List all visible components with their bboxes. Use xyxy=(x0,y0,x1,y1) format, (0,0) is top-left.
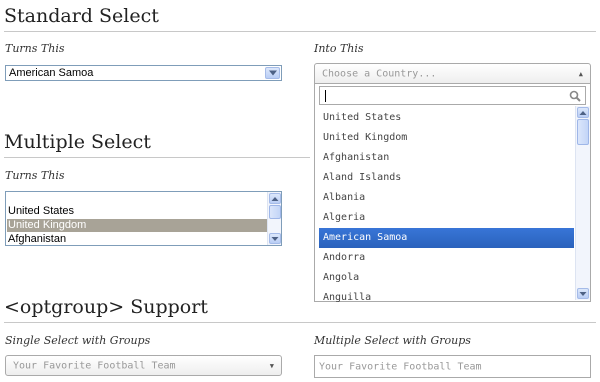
multiple-select-title: Multiple Select xyxy=(4,131,151,153)
country-native-select-value: American Samoa xyxy=(9,67,94,79)
dropdown-arrow-button[interactable] xyxy=(265,67,280,79)
football-team-chosen-select[interactable]: Your Favorite Football Team ▼ xyxy=(5,355,282,376)
listbox-scrollbar[interactable] xyxy=(267,192,281,245)
scroll-up-arrow-icon xyxy=(579,110,587,115)
scrollbar-thumb[interactable] xyxy=(269,205,281,219)
chosen-placeholder: Choose a Country... xyxy=(322,68,437,79)
chevron-down-icon xyxy=(268,70,277,76)
chevron-up-icon: ▲ xyxy=(578,69,583,78)
section-divider xyxy=(4,31,596,32)
country-chosen-select[interactable]: Choose a Country... ▲ xyxy=(314,63,591,84)
country-search-input[interactable] xyxy=(319,86,586,105)
result-item[interactable]: Algeria xyxy=(319,208,574,228)
list-option[interactable]: Afghanistan xyxy=(7,233,270,246)
results-scrollbar[interactable] xyxy=(575,106,590,300)
result-item[interactable]: Anguilla xyxy=(319,288,574,302)
section-divider xyxy=(4,322,596,323)
result-item[interactable]: Albania xyxy=(319,188,574,208)
result-item-highlighted[interactable]: American Samoa xyxy=(319,228,574,248)
country-native-select[interactable]: American Samoa xyxy=(5,65,282,81)
result-item[interactable]: United States xyxy=(319,108,574,128)
scroll-down-button[interactable] xyxy=(577,288,589,299)
football-team-multi-select[interactable]: Your Favorite Football Team xyxy=(314,355,591,378)
turns-this-label: Turns This xyxy=(5,42,65,55)
country-results-list: United States United Kingdom Afghanistan… xyxy=(319,108,574,302)
single-select-placeholder: Your Favorite Football Team xyxy=(13,360,176,371)
list-option[interactable]: United States xyxy=(7,205,270,218)
standard-select-title: Standard Select xyxy=(4,5,159,27)
multiple-select-placeholder: Your Favorite Football Team xyxy=(319,361,482,372)
search-icon xyxy=(569,90,581,102)
result-item[interactable]: Angola xyxy=(319,268,574,288)
result-item[interactable]: Afghanistan xyxy=(319,148,574,168)
chevron-down-icon: ▼ xyxy=(269,361,274,370)
section-divider xyxy=(4,157,310,158)
turns-this-label: Turns This xyxy=(5,169,65,182)
single-select-groups-label: Single Select with Groups xyxy=(5,334,151,347)
text-caret xyxy=(325,90,326,102)
optgroup-support-title: <optgroup> Support xyxy=(4,296,208,318)
scroll-down-arrow-icon xyxy=(579,291,587,296)
scroll-down-button[interactable] xyxy=(269,233,281,244)
chosen-dropdown: United States United Kingdom Afghanistan… xyxy=(314,84,591,302)
multiple-select-groups-label: Multiple Select with Groups xyxy=(314,334,471,347)
result-item[interactable]: United Kingdom xyxy=(319,128,574,148)
result-item[interactable]: Aland Islands xyxy=(319,168,574,188)
scroll-down-arrow-icon xyxy=(271,236,279,241)
result-item[interactable]: Andorra xyxy=(319,248,574,268)
list-option-selected[interactable]: United Kingdom xyxy=(7,219,270,232)
scroll-up-button[interactable] xyxy=(577,107,589,118)
multiple-native-select[interactable]: United States United Kingdom Afghanistan xyxy=(5,191,282,246)
scrollbar-thumb[interactable] xyxy=(577,119,589,145)
into-this-label: Into This xyxy=(314,42,364,55)
scroll-up-button[interactable] xyxy=(269,193,281,204)
scroll-up-arrow-icon xyxy=(271,196,279,201)
